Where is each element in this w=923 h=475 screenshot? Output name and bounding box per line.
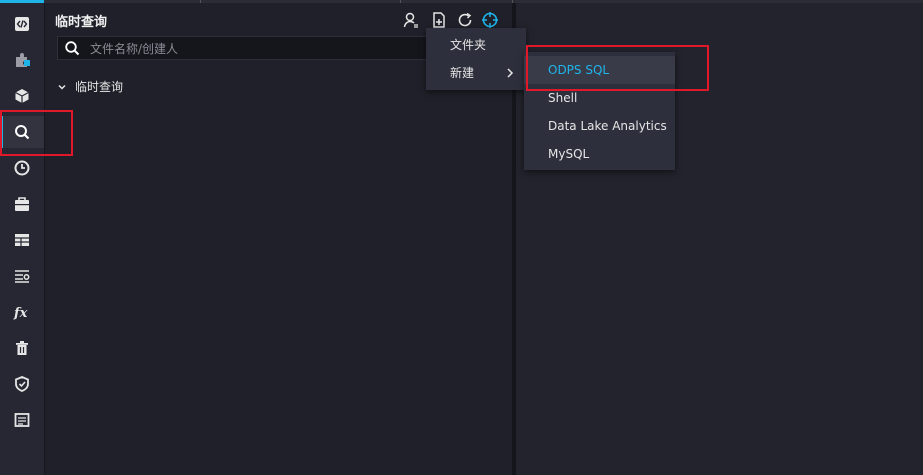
user-icon <box>403 12 418 28</box>
submenu-item-label: Shell <box>548 91 578 105</box>
menu-item-label: 文件夹 <box>450 38 487 52</box>
user-filter-button[interactable] <box>402 11 420 29</box>
new-file-icon <box>433 12 445 28</box>
cube-icon <box>15 89 29 103</box>
sidebar-item-extensions[interactable] <box>0 44 44 76</box>
locate-button[interactable] <box>481 11 499 29</box>
submenu-item-label: MySQL <box>548 147 590 161</box>
menu-item-label: 新建 <box>450 66 475 80</box>
panel-title: 临时查询 <box>55 15 108 30</box>
function-icon: fx <box>13 306 28 321</box>
sidebar-item-tables[interactable] <box>0 224 44 256</box>
clock-icon <box>14 160 30 176</box>
locate-icon <box>482 12 498 28</box>
sidebar-item-recycle[interactable] <box>0 332 44 364</box>
sidebar: fx <box>0 3 45 475</box>
sidebar-item-functions[interactable]: fx <box>0 296 44 328</box>
refresh-button[interactable] <box>456 11 474 29</box>
list-settings-icon <box>15 270 30 283</box>
chevron-down-icon <box>58 84 66 90</box>
tree-root-label: 临时查询 <box>75 80 124 94</box>
refresh-icon <box>458 12 472 27</box>
new-menu: 文件夹 新建 <box>426 28 526 90</box>
submenu-item-data-lake-analytics[interactable]: Data Lake Analytics <box>524 112 675 140</box>
sidebar-item-tools[interactable] <box>0 188 44 220</box>
code-icon <box>15 17 29 31</box>
sidebar-item-code[interactable] <box>0 8 44 40</box>
search-input[interactable] <box>88 39 472 59</box>
document-icon <box>14 413 30 427</box>
sidebar-item-docs[interactable] <box>0 404 44 436</box>
trash-icon <box>16 341 28 355</box>
table-icon <box>15 234 29 246</box>
sidebar-item-security[interactable] <box>0 368 44 400</box>
menu-item-new[interactable]: 新建 <box>426 59 526 87</box>
submenu-item-mysql[interactable]: MySQL <box>524 140 675 168</box>
chevron-right-icon <box>507 68 514 78</box>
sidebar-item-history[interactable] <box>0 152 44 184</box>
search-icon <box>65 41 80 56</box>
sidebar-item-components[interactable] <box>0 80 44 112</box>
briefcase-icon <box>15 197 29 211</box>
submenu-item-label: Data Lake Analytics <box>548 119 667 133</box>
new-file-button[interactable] <box>430 11 448 29</box>
menu-item-folder[interactable]: 文件夹 <box>426 31 526 59</box>
puzzle-icon <box>16 53 30 67</box>
tree-root-folder[interactable]: 临时查询 <box>57 78 123 95</box>
shield-icon <box>15 376 29 392</box>
highlight-box-odps-sql <box>526 45 709 91</box>
sidebar-item-config[interactable] <box>0 260 44 292</box>
highlight-box-search <box>0 110 73 156</box>
search-box <box>57 36 487 60</box>
svg-text:fx: fx <box>13 306 28 321</box>
